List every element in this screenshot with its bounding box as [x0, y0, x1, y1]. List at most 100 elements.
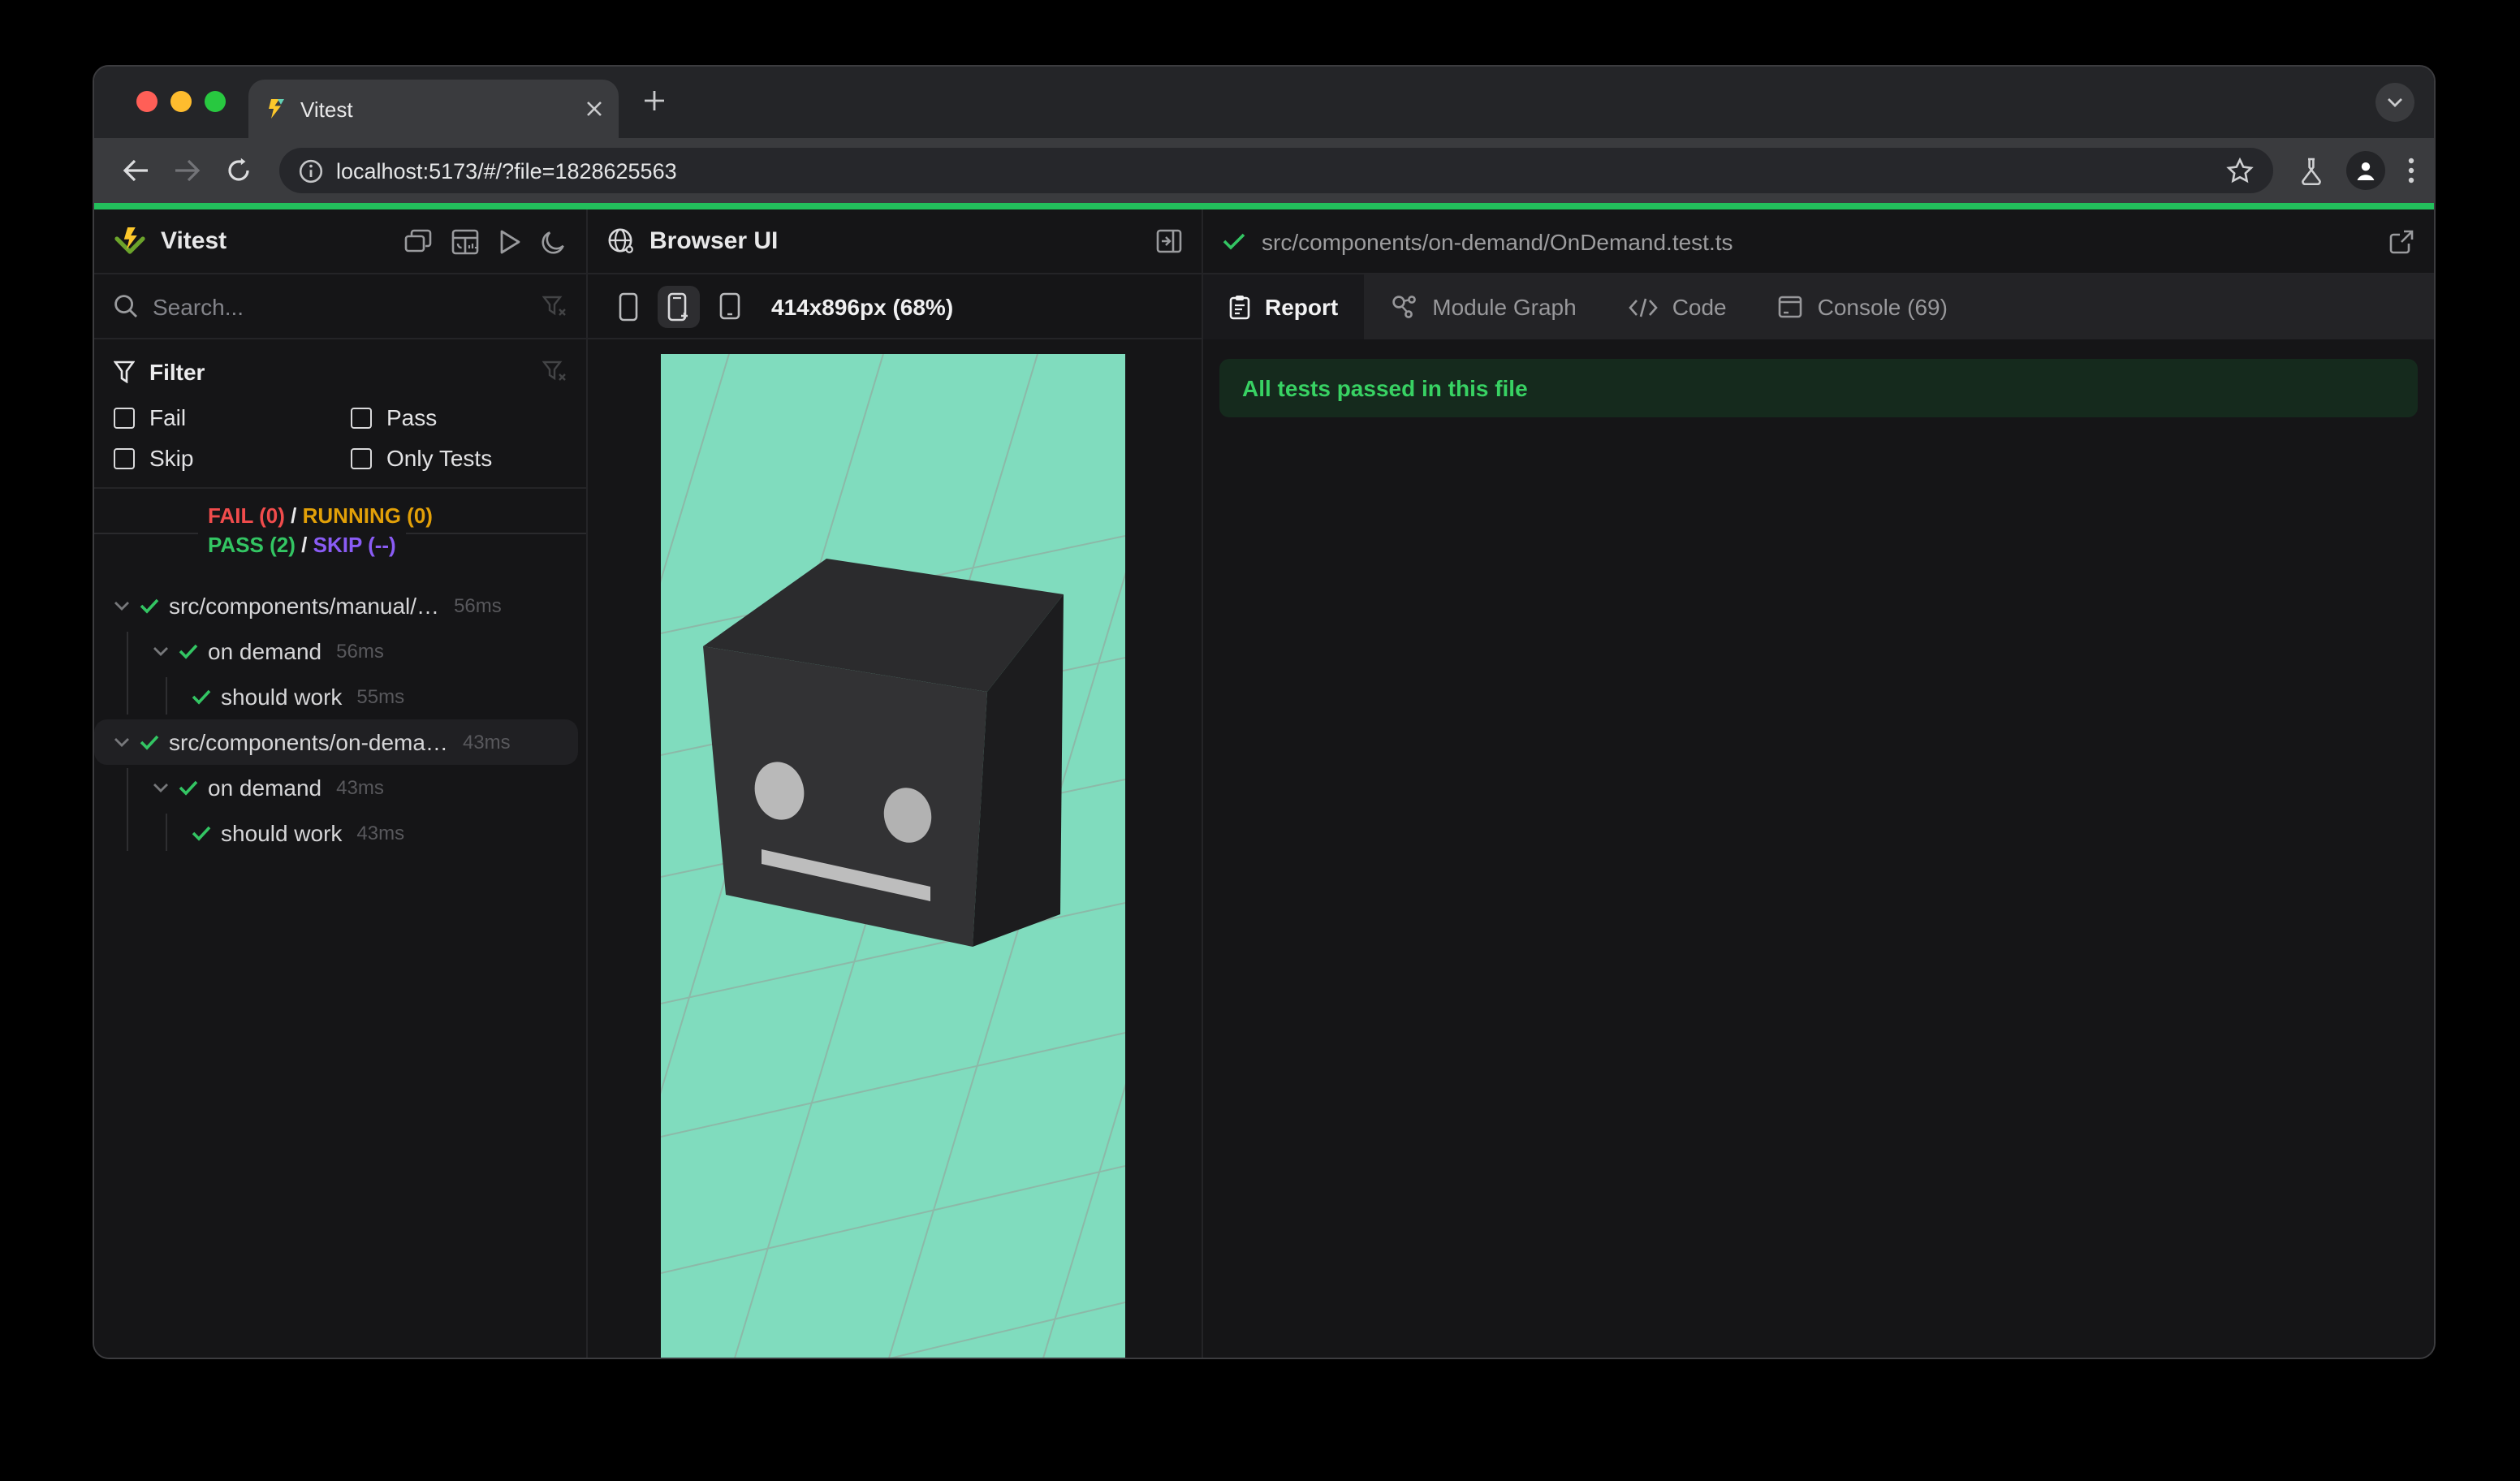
browser-tab-strip: Vitest: [94, 67, 2434, 138]
site-info-icon[interactable]: [299, 158, 323, 183]
test-tree: src/components/manual/… 56ms on demand 5…: [94, 575, 586, 1358]
test-file-children: on demand 56ms should work 55ms: [94, 628, 586, 719]
reload-icon[interactable]: [218, 149, 260, 192]
chevron-down-icon[interactable]: [114, 601, 130, 611]
test-file-path: src/components/on-demand/OnDemand.test.t…: [1262, 228, 1733, 254]
sidebar-header: Vitest: [94, 209, 586, 274]
open-in-editor-icon[interactable]: [2388, 228, 2414, 254]
page-progress-bar: [94, 203, 2434, 209]
filter-checkbox-only-tests[interactable]: Only Tests: [351, 445, 567, 471]
report-clipboard-icon: [1229, 294, 1250, 320]
checkbox-icon[interactable]: [351, 447, 372, 468]
report-tabbar: Report Module Graph Code Console (69): [1203, 274, 2434, 339]
preview-title: Browser UI: [649, 227, 779, 255]
3d-scene: [661, 354, 1125, 1358]
clear-search-filter-icon[interactable]: [542, 295, 567, 317]
pass-check-icon: [192, 825, 211, 841]
address-bar[interactable]: localhost:5173/#/?file=1828625563: [279, 148, 2273, 193]
tests-passed-banner: All tests passed in this file: [1219, 359, 2418, 417]
skip-count: SKIP (--): [313, 533, 396, 557]
indent-guide: [166, 677, 167, 715]
pass-check-icon: [140, 734, 159, 750]
viewport-phone-plus-icon[interactable]: [658, 285, 700, 327]
pass-check-icon: [179, 643, 198, 659]
tested-app-viewport[interactable]: [661, 354, 1125, 1358]
filter-checkbox-fail[interactable]: Fail: [114, 404, 351, 430]
experiments-flask-icon[interactable]: [2299, 157, 2324, 184]
report-body: All tests passed in this file: [1203, 339, 2434, 1358]
dashboard-icon[interactable]: [451, 228, 479, 254]
pass-check-icon: [1223, 232, 1245, 250]
indent-guide: [127, 768, 128, 851]
vitest-logo-icon: [114, 226, 146, 257]
filter-funnel-icon: [114, 361, 135, 383]
forward-icon[interactable]: [166, 149, 208, 192]
dark-mode-moon-icon[interactable]: [541, 228, 567, 254]
test-file-row[interactable]: src/components/manual/… 56ms: [94, 583, 586, 628]
filter-checkbox-pass[interactable]: Pass: [351, 404, 567, 430]
tab-close-icon[interactable]: [586, 101, 602, 117]
vitest-ui: Vitest Search... Filter Fail Pass Skip O…: [94, 209, 2434, 1358]
filter-title: Filter: [149, 359, 205, 385]
sidebar: Vitest Search... Filter Fail Pass Skip O…: [94, 209, 588, 1358]
profile-avatar-icon[interactable]: [2346, 151, 2385, 190]
test-case-row[interactable]: should work 43ms: [94, 810, 586, 856]
tab-module-graph[interactable]: Module Graph: [1364, 274, 1602, 339]
test-case-row[interactable]: should work 55ms: [94, 674, 586, 719]
chevron-down-icon[interactable]: [153, 783, 169, 792]
sidebar-actions: [404, 228, 567, 254]
menu-dots-icon[interactable]: [2408, 158, 2414, 184]
search-icon: [114, 294, 138, 318]
chevron-down-icon[interactable]: [114, 737, 130, 747]
summary-line-1: FAIL (0) / RUNNING (0): [198, 502, 442, 531]
checkbox-icon[interactable]: [351, 407, 372, 428]
clear-filter-icon[interactable]: [542, 361, 567, 383]
browser-tab[interactable]: Vitest: [248, 80, 619, 138]
tab-title: Vitest: [300, 97, 353, 121]
collapse-panels-icon[interactable]: [404, 229, 432, 253]
dock-panel-right-icon[interactable]: [1156, 229, 1182, 253]
minimize-window-button[interactable]: [170, 91, 192, 112]
running-count: RUNNING (0): [302, 503, 433, 528]
indent-guide: [127, 632, 128, 715]
tab-console[interactable]: Console (69): [1753, 274, 1974, 339]
checkbox-icon[interactable]: [114, 407, 135, 428]
viewport-phone-small-icon[interactable]: [607, 285, 649, 327]
viewport-tablet-icon[interactable]: [708, 285, 750, 327]
bookmark-star-icon[interactable]: [2226, 158, 2254, 184]
pass-check-icon: [192, 689, 211, 705]
tab-code[interactable]: Code: [1603, 274, 1753, 339]
close-window-button[interactable]: [136, 91, 158, 112]
module-graph-icon: [1390, 294, 1418, 320]
device-toolbar: 414x896px (68%): [588, 274, 1202, 339]
report-header: src/components/on-demand/OnDemand.test.t…: [1203, 209, 2434, 274]
test-suite-row[interactable]: on demand 43ms: [94, 765, 586, 810]
run-all-icon[interactable]: [498, 228, 521, 254]
app-title: Vitest: [161, 227, 227, 255]
checkbox-icon[interactable]: [114, 447, 135, 468]
test-file-children: on demand 43ms should work 43ms: [94, 765, 586, 856]
test-suite-row[interactable]: on demand 56ms: [94, 628, 586, 674]
indent-guide: [166, 814, 167, 851]
zoom-window-button[interactable]: [205, 91, 226, 112]
search-input[interactable]: [153, 293, 542, 319]
filter-section: Filter Fail Pass Skip Only Tests: [94, 339, 586, 489]
chevron-down-icon[interactable]: [153, 646, 169, 656]
tab-search-chevron-icon[interactable]: [2375, 83, 2414, 122]
preview-header: Browser UI: [588, 209, 1202, 274]
pass-count: PASS (2): [208, 533, 296, 557]
browser-ui-panel: Browser UI 414x896px (68%): [588, 209, 1203, 1358]
tab-report[interactable]: Report: [1203, 274, 1365, 339]
fail-count: FAIL (0): [208, 503, 285, 528]
new-tab-button[interactable]: [643, 89, 666, 112]
pass-check-icon: [140, 598, 159, 614]
toolbar-right-icons: [2299, 151, 2414, 190]
traffic-lights: [136, 91, 226, 112]
url-text[interactable]: localhost:5173/#/?file=1828625563: [336, 158, 2226, 183]
browser-toolbar: localhost:5173/#/?file=1828625563: [94, 138, 2434, 203]
summary-line-2: PASS (2) / SKIP (--): [198, 531, 406, 560]
pass-check-icon: [179, 779, 198, 796]
test-file-row-selected[interactable]: src/components/on-dema… 43ms: [94, 719, 578, 765]
back-icon[interactable]: [114, 149, 156, 192]
filter-checkbox-skip[interactable]: Skip: [114, 445, 351, 471]
